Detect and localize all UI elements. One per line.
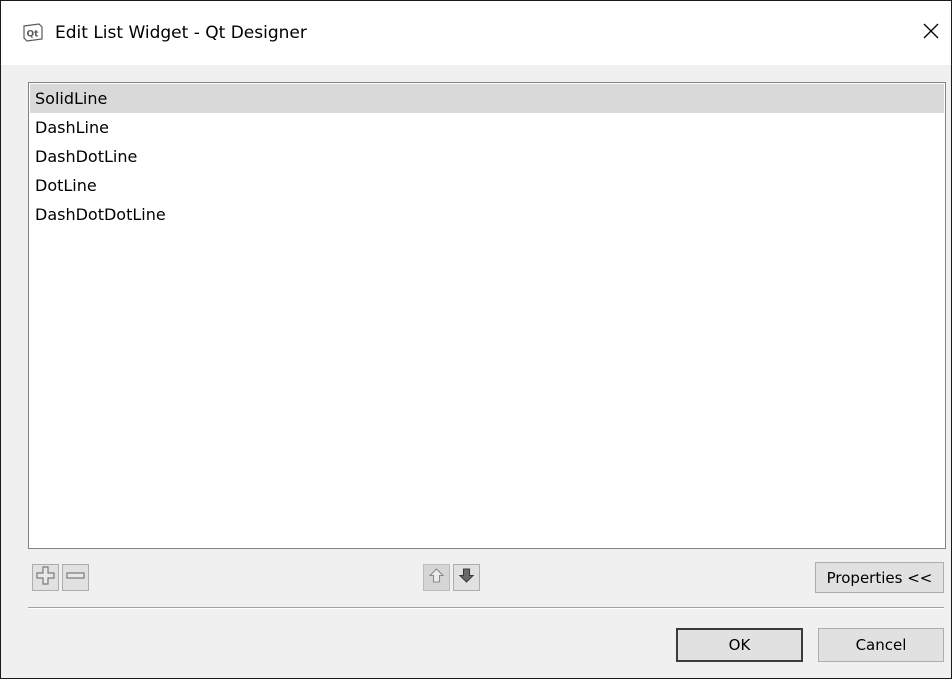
list-item[interactable]: DotLine — [30, 171, 944, 200]
list-item-label: DashDotDotLine — [35, 205, 166, 224]
svg-text:Qt: Qt — [27, 30, 40, 40]
properties-toggle-button[interactable]: Properties << — [815, 562, 944, 593]
arrow-down-icon — [458, 567, 475, 588]
list-item[interactable]: DashLine — [30, 113, 944, 142]
minus-icon — [65, 565, 86, 590]
ok-button-label: OK — [728, 636, 751, 654]
separator-line — [28, 607, 944, 609]
list-item-label: DashDotLine — [35, 147, 138, 166]
edit-list-widget-dialog: Qt Edit List Widget - Qt Designer SolidL… — [0, 0, 952, 679]
cancel-button[interactable]: Cancel — [818, 628, 944, 662]
item-list[interactable]: SolidLine DashLine DashDotLine DotLine D… — [28, 82, 946, 549]
list-item-label: SolidLine — [35, 89, 108, 108]
title-bar[interactable]: Qt Edit List Widget - Qt Designer — [1, 1, 951, 65]
ok-button[interactable]: OK — [676, 628, 803, 662]
list-item-label: DotLine — [35, 176, 97, 195]
list-item-label: DashLine — [35, 118, 109, 137]
list-item[interactable]: SolidLine — [30, 84, 944, 113]
add-item-button[interactable] — [32, 564, 59, 591]
cancel-button-label: Cancel — [855, 636, 907, 654]
close-button[interactable] — [911, 13, 951, 53]
properties-toggle-label: Properties << — [826, 568, 933, 587]
list-item[interactable]: DashDotLine — [30, 142, 944, 171]
remove-item-button[interactable] — [62, 564, 89, 591]
qt-designer-app-icon: Qt — [23, 23, 43, 42]
close-icon — [922, 22, 940, 44]
arrow-up-icon — [428, 567, 445, 588]
move-down-button[interactable] — [453, 564, 480, 591]
window-title: Edit List Widget - Qt Designer — [55, 23, 307, 43]
list-item[interactable]: DashDotDotLine — [30, 200, 944, 229]
plus-icon — [35, 565, 56, 590]
move-up-button[interactable] — [423, 564, 450, 591]
